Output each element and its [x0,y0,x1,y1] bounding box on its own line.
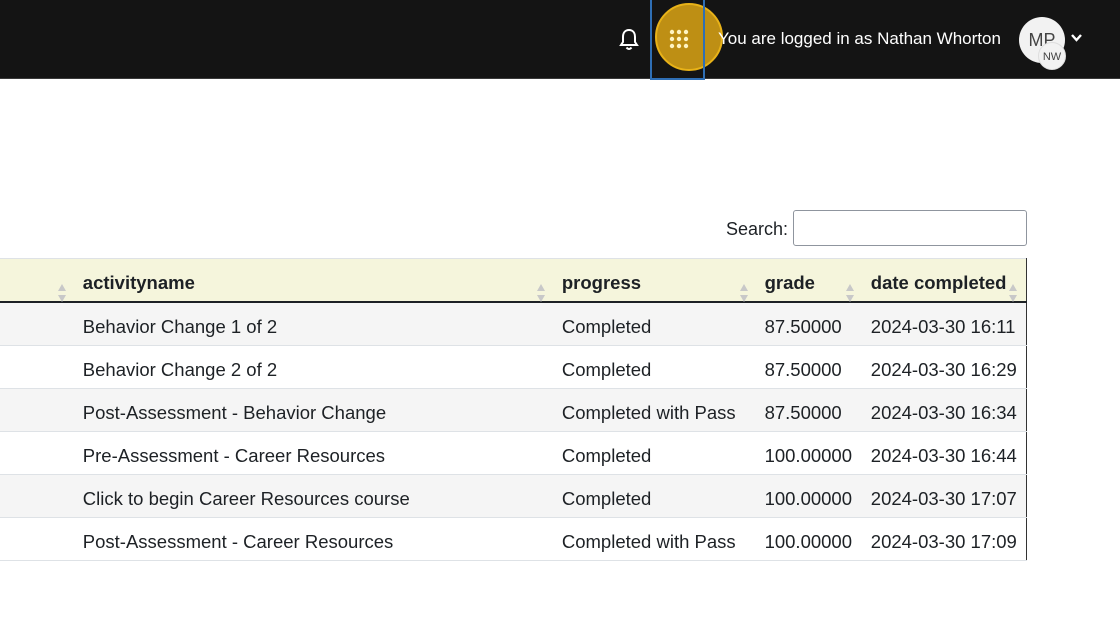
table-row: Pre-Assessment - Career Resources Comple… [0,431,1027,475]
grade-cell: 87.50000 [756,302,863,346]
activity-table: activityname progress grade date complet… [0,258,1027,561]
user-cell [0,431,75,475]
user-cell [0,517,75,561]
table-row: Click to begin Career Resources course C… [0,474,1027,518]
column-header-grade[interactable]: grade [756,258,863,303]
date-cell: 2024-03-30 16:34 [862,388,1027,432]
activity-cell: Click to begin Career Resources course [74,474,554,518]
table-row: Behavior Change 1 of 2 Completed 87.5000… [0,302,1027,346]
column-header-progress[interactable]: progress [553,258,757,303]
progress-cell: Completed [553,302,757,346]
sort-icon[interactable] [1008,283,1018,303]
progress-cell: Completed with Pass [553,388,757,432]
user-cell [0,302,75,346]
chevron-down-icon[interactable] [1070,33,1083,43]
activity-cell: Behavior Change 2 of 2 [74,345,554,389]
sort-icon[interactable] [845,283,855,303]
date-cell: 2024-03-30 16:11 [862,302,1027,346]
grade-cell: 87.50000 [756,388,863,432]
user-cell [0,474,75,518]
table-row: Post-Assessment - Career Resources Compl… [0,517,1027,561]
apps-grid-icon[interactable] [668,28,690,50]
activity-cell: Post-Assessment - Career Resources [74,517,554,561]
sort-icon[interactable] [57,283,67,303]
avatar-initials-badge: NW [1038,42,1066,70]
grade-cell: 87.50000 [756,345,863,389]
sort-icon[interactable] [739,283,749,303]
grade-cell: 100.00000 [756,517,863,561]
column-header-activityname[interactable]: activityname [74,258,554,303]
date-cell: 2024-03-30 17:07 [862,474,1027,518]
search-input[interactable] [793,210,1027,246]
activity-cell: Pre-Assessment - Career Resources [74,431,554,475]
grade-cell: 100.00000 [756,474,863,518]
activity-cell: Post-Assessment - Behavior Change [74,388,554,432]
user-cell [0,345,75,389]
progress-cell: Completed [553,474,757,518]
table-row: Behavior Change 2 of 2 Completed 87.5000… [0,345,1027,389]
progress-cell: Completed with Pass [553,517,757,561]
column-header-date-completed[interactable]: date completed [862,258,1027,303]
column-header-user[interactable] [0,258,75,303]
logged-in-text: You are logged in as Nathan Whorton [718,29,1001,48]
user-cell [0,388,75,432]
bell-icon[interactable] [617,27,641,53]
date-cell: 2024-03-30 16:29 [862,345,1027,389]
grade-cell: 100.00000 [756,431,863,475]
search-label: Search: [726,219,789,239]
table-row: Post-Assessment - Behavior Change Comple… [0,388,1027,432]
table-header-row: activityname progress grade date complet… [0,258,1027,303]
date-cell: 2024-03-30 16:44 [862,431,1027,475]
top-navbar: You are logged in as Nathan Whorton MP N… [0,0,1120,80]
progress-cell: Completed [553,431,757,475]
progress-cell: Completed [553,345,757,389]
activity-cell: Behavior Change 1 of 2 [74,302,554,346]
date-cell: 2024-03-30 17:09 [862,517,1027,561]
sort-icon[interactable] [536,283,546,303]
